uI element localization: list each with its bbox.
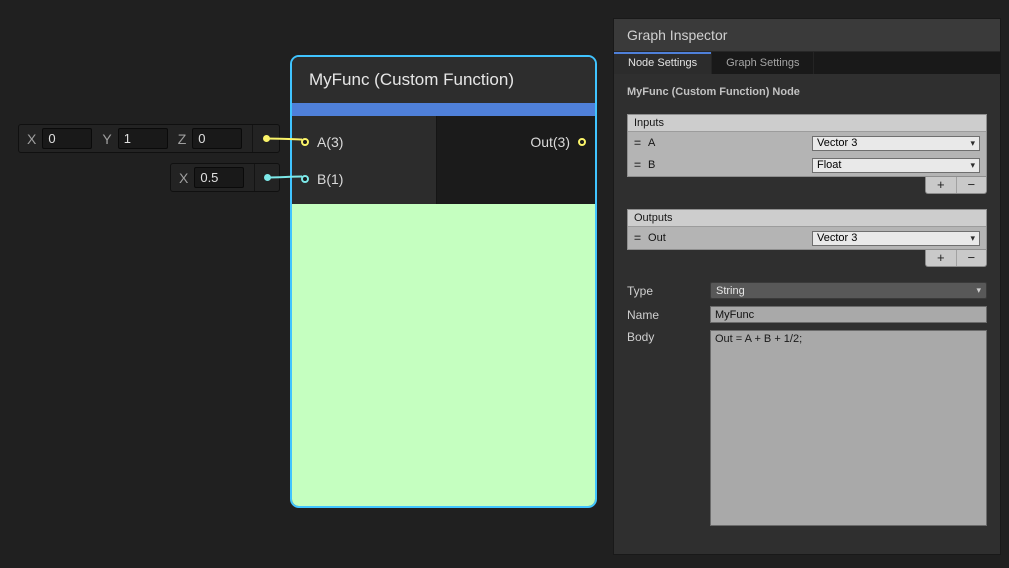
- body-textarea[interactable]: Out = A + B + 1/2;: [710, 330, 987, 526]
- input-b-name: B: [648, 159, 655, 171]
- inspector-header[interactable]: Graph Inspector: [614, 19, 1000, 52]
- inputs-footer: + −: [627, 177, 987, 194]
- remove-input-button[interactable]: −: [957, 177, 987, 193]
- inspector-content: MyFunc (Custom Function) Node Inputs = A…: [614, 74, 1000, 554]
- input-a-type-value: Vector 3: [817, 137, 857, 149]
- inspector-title: Graph Inspector: [627, 27, 727, 43]
- y-component-field[interactable]: [118, 128, 168, 149]
- type-dropdown[interactable]: String ▾: [710, 282, 987, 299]
- float-x-field[interactable]: [194, 167, 244, 188]
- inputs-section-title: Inputs: [628, 115, 986, 132]
- outputs-footer-buttons: + −: [925, 250, 987, 267]
- inputs-section: Inputs = A Vector 3 ▾ = B Float: [627, 114, 987, 177]
- float-port-input-widget[interactable]: X: [170, 163, 280, 192]
- input-port-b[interactable]: B(1): [292, 160, 436, 197]
- port-label-a: A(3): [317, 134, 343, 150]
- add-input-button[interactable]: +: [926, 177, 957, 193]
- name-field-row: Name: [627, 306, 987, 323]
- node-port-area: A(3) B(1) Out(3): [292, 116, 595, 204]
- remove-output-button[interactable]: −: [957, 250, 987, 266]
- drag-handle-icon[interactable]: =: [634, 233, 641, 243]
- input-port-a[interactable]: A(3): [292, 123, 436, 160]
- body-label: Body: [627, 330, 710, 344]
- input-b-type-value: Float: [817, 159, 841, 171]
- drag-handle-icon[interactable]: =: [634, 160, 641, 170]
- float-connector[interactable]: [254, 164, 279, 191]
- input-a-type-dropdown[interactable]: Vector 3 ▾: [812, 136, 980, 151]
- input-row-a[interactable]: = A Vector 3 ▾: [628, 132, 986, 154]
- drag-handle-icon[interactable]: =: [634, 138, 641, 148]
- output-out-type-value: Vector 3: [817, 232, 857, 244]
- node-settings-heading: MyFunc (Custom Function) Node: [627, 86, 987, 98]
- input-row-b[interactable]: = B Float ▾: [628, 154, 986, 176]
- name-label: Name: [627, 308, 710, 322]
- output-out-name: Out: [648, 232, 666, 244]
- outputs-group: Outputs = Out Vector 3 ▾ + −: [627, 209, 987, 267]
- chevron-down-icon: ▾: [970, 160, 975, 171]
- add-output-button[interactable]: +: [926, 250, 957, 266]
- vector3-port-dot-icon: [263, 135, 270, 142]
- body-field-row: Body Out = A + B + 1/2;: [627, 330, 987, 526]
- input-ports-column: A(3) B(1): [292, 116, 437, 204]
- type-field-row: Type String ▾: [627, 282, 987, 299]
- shader-graph-canvas[interactable]: X Y Z X MyFunc (Custom Function) A(3): [0, 0, 1009, 568]
- output-port-out[interactable]: Out(3): [437, 123, 595, 160]
- vector3-port-input-widget[interactable]: X Y Z: [18, 124, 280, 153]
- outputs-section-title: Outputs: [628, 210, 986, 227]
- node-title: MyFunc (Custom Function): [309, 70, 514, 90]
- output-ports-column: Out(3): [437, 116, 595, 204]
- y-component-label: Y: [102, 131, 111, 147]
- node-title-bar[interactable]: MyFunc (Custom Function): [292, 57, 595, 103]
- float-port-dot-icon: [264, 174, 271, 181]
- node-preview: [292, 204, 595, 506]
- float-x-label: X: [179, 170, 188, 186]
- port-circle-a-vector3[interactable]: [301, 138, 309, 146]
- x-component-field[interactable]: [42, 128, 92, 149]
- x-component-label: X: [27, 131, 36, 147]
- tab-graph-settings[interactable]: Graph Settings: [712, 52, 814, 74]
- inputs-footer-buttons: + −: [925, 177, 987, 194]
- input-a-name: A: [648, 137, 655, 149]
- port-label-out: Out(3): [530, 134, 570, 150]
- port-circle-b-float[interactable]: [301, 175, 309, 183]
- inspector-tab-bar: Node Settings Graph Settings: [614, 52, 1000, 74]
- input-b-type-dropdown[interactable]: Float ▾: [812, 158, 980, 173]
- node-color-bar: [292, 103, 595, 116]
- tab-node-settings[interactable]: Node Settings: [614, 52, 712, 74]
- chevron-down-icon: ▾: [976, 285, 981, 296]
- chevron-down-icon: ▾: [970, 233, 975, 244]
- z-component-field[interactable]: [192, 128, 242, 149]
- graph-inspector-panel: Graph Inspector Node Settings Graph Sett…: [613, 18, 1001, 555]
- type-value: String: [716, 285, 745, 297]
- vector3-connector[interactable]: [252, 125, 279, 152]
- name-input[interactable]: [710, 306, 987, 323]
- output-out-type-dropdown[interactable]: Vector 3 ▾: [812, 231, 980, 246]
- type-label: Type: [627, 284, 710, 298]
- port-label-b: B(1): [317, 171, 343, 187]
- port-circle-out-vector3[interactable]: [578, 138, 586, 146]
- inputs-group: Inputs = A Vector 3 ▾ = B Float: [627, 114, 987, 194]
- outputs-section: Outputs = Out Vector 3 ▾: [627, 209, 987, 250]
- outputs-footer: + −: [627, 250, 987, 267]
- output-row-out[interactable]: = Out Vector 3 ▾: [628, 227, 986, 249]
- chevron-down-icon: ▾: [970, 138, 975, 149]
- z-component-label: Z: [178, 131, 187, 147]
- custom-function-node[interactable]: MyFunc (Custom Function) A(3) B(1) Out(3…: [290, 55, 597, 508]
